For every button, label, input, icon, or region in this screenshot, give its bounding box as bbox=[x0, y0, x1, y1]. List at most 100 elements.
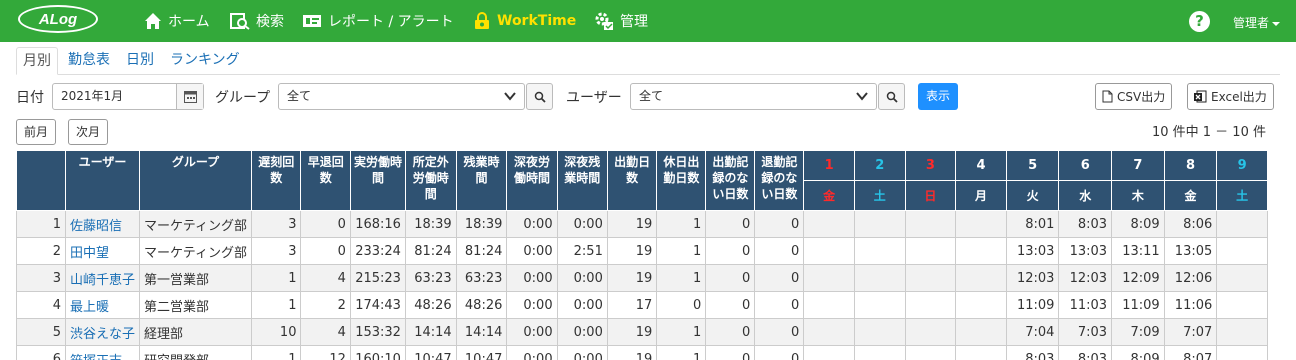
next-month-button[interactable]: 次月 bbox=[68, 119, 109, 145]
overtime: 18:39 bbox=[455, 210, 508, 238]
tab-ranking[interactable]: ランキング bbox=[164, 47, 246, 75]
user-link[interactable]: 山崎千恵子 bbox=[64, 264, 141, 292]
early-leave-count: 0 bbox=[300, 237, 351, 265]
day-number-header[interactable]: 4 bbox=[955, 150, 1007, 181]
overtime-scheduled: 14:14 bbox=[404, 318, 457, 346]
user-menu-label: 管理者 bbox=[1233, 16, 1270, 30]
user-header[interactable]: ユーザー bbox=[64, 150, 141, 211]
overtime-header[interactable]: 残業時間 bbox=[455, 150, 508, 211]
user-label: ユーザー bbox=[566, 90, 622, 106]
day-cell: 11:06 bbox=[1163, 291, 1218, 319]
actual-work-time: 160:10 bbox=[349, 345, 406, 360]
tab-daily[interactable]: 日別 bbox=[120, 47, 160, 75]
holiday-work-days-header[interactable]: 休日出勤日数 bbox=[656, 150, 707, 211]
nav-report-label: レポート / アラート bbox=[328, 14, 454, 30]
user-search-button[interactable] bbox=[878, 83, 905, 110]
row-number: 4 bbox=[16, 291, 66, 319]
no-clock-in-days: 0 bbox=[705, 264, 756, 292]
show-button[interactable]: 表示 bbox=[918, 83, 958, 110]
work-days: 19 bbox=[606, 210, 658, 238]
holiday-work-days: 1 bbox=[656, 237, 707, 265]
user-link[interactable]: 佐藤昭信 bbox=[64, 210, 141, 238]
no-clock-in-header[interactable]: 出勤記録のない日数 bbox=[705, 150, 756, 211]
weekday-header: 月 bbox=[955, 180, 1007, 211]
night-overtime-header[interactable]: 深夜残業時間 bbox=[556, 150, 608, 211]
group-search-button[interactable] bbox=[526, 83, 553, 110]
day-cell bbox=[853, 237, 906, 265]
no-clock-out-days: 0 bbox=[754, 345, 805, 360]
overtime-scheduled-header[interactable]: 所定外労働時間 bbox=[404, 150, 457, 211]
user-select[interactable]: 全て bbox=[630, 83, 877, 110]
csv-export-button[interactable]: CSV出力 bbox=[1095, 83, 1173, 110]
day-cell: 7:09 bbox=[1111, 318, 1165, 346]
actual-work-time: 215:23 bbox=[349, 264, 406, 292]
early-leave-header[interactable]: 早退回数 bbox=[300, 150, 351, 211]
night-overtime: 0:00 bbox=[556, 210, 608, 238]
nav-search[interactable]: 検索 bbox=[230, 0, 284, 42]
actual-work-time: 233:24 bbox=[349, 237, 406, 265]
row-number-header[interactable] bbox=[16, 150, 66, 211]
nav-admin[interactable]: 管理 bbox=[594, 0, 648, 42]
day-number-header[interactable]: 3 bbox=[904, 150, 957, 181]
group-header[interactable]: グループ bbox=[139, 150, 252, 211]
day-number-header[interactable]: 6 bbox=[1058, 150, 1113, 181]
weekday-header: 土 bbox=[1216, 180, 1268, 211]
group-name: 研究開発部 bbox=[139, 345, 252, 360]
group-label: グループ bbox=[215, 90, 271, 106]
day-cell bbox=[803, 291, 855, 319]
group-name: 第一営業部 bbox=[139, 264, 252, 292]
work-days-header[interactable]: 出勤日数 bbox=[606, 150, 658, 211]
no-clock-in-days: 0 bbox=[705, 345, 756, 360]
user-menu[interactable]: 管理者 bbox=[1233, 14, 1281, 31]
tab-monthly[interactable]: 月別 bbox=[16, 47, 58, 75]
actual-work-header[interactable]: 実労働時間 bbox=[349, 150, 406, 211]
day-cell: 13:03 bbox=[1005, 237, 1060, 265]
date-input[interactable]: 2021年1月 bbox=[52, 83, 204, 110]
late-count-header[interactable]: 遅刻回数 bbox=[250, 150, 302, 211]
table-body: 1 佐藤昭信 マーケティング部 3 0 168:16 18:39 18:39 0:00 0:00 1… bbox=[16, 210, 1268, 360]
no-clock-out-header[interactable]: 退勤記録のない日数 bbox=[754, 150, 805, 211]
day-number-header[interactable]: 8 bbox=[1163, 150, 1218, 181]
calendar-icon[interactable] bbox=[176, 84, 203, 109]
alog-logo[interactable]: ALog bbox=[18, 5, 98, 33]
late-count: 3 bbox=[250, 210, 302, 238]
day-number-header[interactable]: 1 bbox=[803, 150, 855, 181]
day-number-header[interactable]: 9 bbox=[1216, 150, 1268, 181]
day-cell: 13:03 bbox=[1058, 237, 1113, 265]
user-link[interactable]: 田中望 bbox=[64, 237, 141, 265]
user-link[interactable]: 笹塚正志 bbox=[64, 345, 141, 360]
view-tabs: 月別 勤怠表 日別 ランキング bbox=[16, 47, 1280, 75]
overtime: 63:23 bbox=[455, 264, 508, 292]
day-number-header[interactable]: 7 bbox=[1111, 150, 1165, 181]
prev-month-button[interactable]: 前月 bbox=[16, 119, 57, 145]
group-name: 経理部 bbox=[139, 318, 252, 346]
day-cell bbox=[853, 318, 906, 346]
day-cell bbox=[853, 291, 906, 319]
excel-export-button[interactable]: Excel出力 bbox=[1187, 83, 1274, 110]
day-cell: 12:06 bbox=[1163, 264, 1218, 292]
day-cell: 13:11 bbox=[1111, 237, 1165, 265]
nav-home[interactable]: ホーム bbox=[144, 0, 210, 42]
weekday-header: 金 bbox=[1163, 180, 1218, 211]
help-icon[interactable]: ? bbox=[1189, 11, 1210, 32]
night-work-header[interactable]: 深夜労働時間 bbox=[506, 150, 558, 211]
night-work-time: 0:00 bbox=[506, 345, 558, 360]
day-cell bbox=[803, 264, 855, 292]
user-link[interactable]: 最上暖 bbox=[64, 291, 141, 319]
day-number-header[interactable]: 2 bbox=[853, 150, 906, 181]
group-select[interactable]: 全て bbox=[278, 83, 525, 110]
nav-report[interactable]: レポート / アラート bbox=[302, 0, 454, 42]
day-cell bbox=[904, 264, 957, 292]
nav-worktime[interactable]: WorkTime bbox=[473, 0, 576, 42]
day-cell: 13:05 bbox=[1163, 237, 1218, 265]
user-link[interactable]: 渋谷えな子 bbox=[64, 318, 141, 346]
day-number-header[interactable]: 5 bbox=[1005, 150, 1060, 181]
day-cell bbox=[955, 264, 1007, 292]
day-cell: 11:03 bbox=[1058, 291, 1113, 319]
work-days: 19 bbox=[606, 345, 658, 360]
late-count: 1 bbox=[250, 264, 302, 292]
day-cell bbox=[955, 291, 1007, 319]
tab-attendance[interactable]: 勤怠表 bbox=[62, 47, 116, 75]
row-number: 3 bbox=[16, 264, 66, 292]
day-cell: 8:06 bbox=[1163, 210, 1218, 238]
